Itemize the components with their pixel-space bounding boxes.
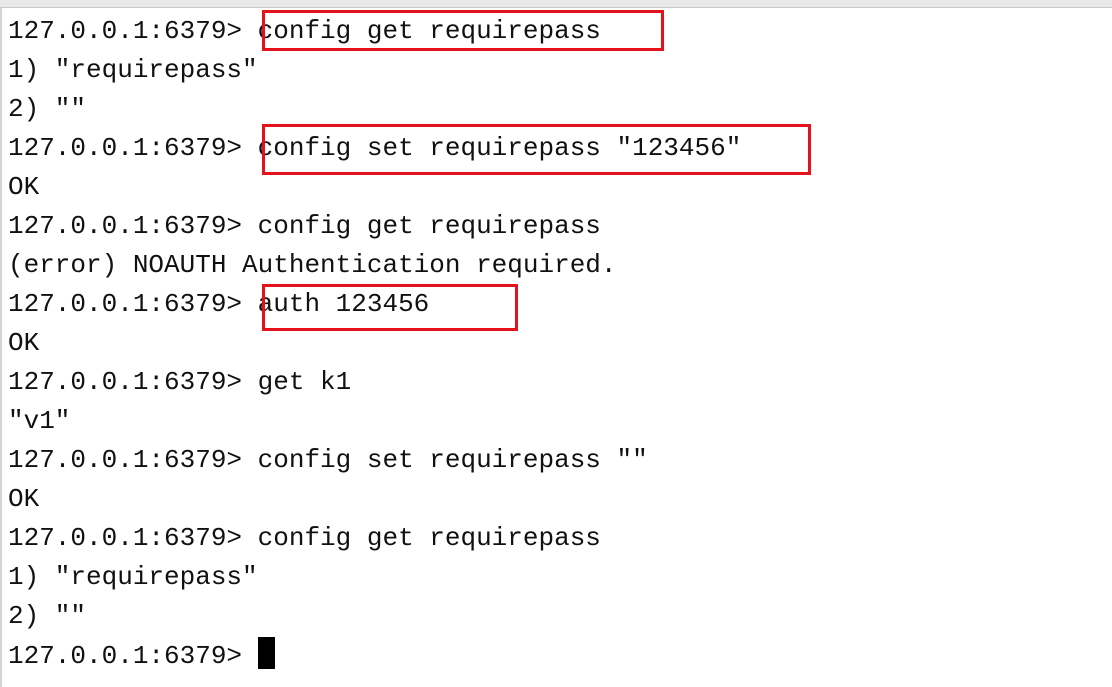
prompt: 127.0.0.1:6379>	[8, 367, 258, 397]
terminal-line: 127.0.0.1:6379> get k1	[8, 364, 351, 400]
error-text: (error) NOAUTH Authentication required.	[8, 250, 617, 280]
prompt: 127.0.0.1:6379>	[8, 16, 258, 46]
command: get k1	[257, 367, 352, 397]
output-text: OK	[8, 172, 40, 202]
prompt: 127.0.0.1:6379>	[8, 641, 258, 671]
output-text: "v1"	[8, 406, 71, 436]
output-text: 1) "requirepass"	[8, 55, 258, 85]
terminal-line: 2) ""	[8, 598, 86, 634]
terminal-line: 127.0.0.1:6379> config get requirepass	[8, 520, 601, 556]
terminal-line: 127.0.0.1:6379> config set requirepass "…	[8, 442, 648, 478]
output-text: 2) ""	[8, 94, 87, 124]
terminal-line: OK	[8, 169, 39, 205]
terminal-line: 1) "requirepass"	[8, 52, 258, 88]
output-text: 2) ""	[8, 601, 87, 631]
output-text: OK	[8, 328, 40, 358]
prompt: 127.0.0.1:6379>	[8, 523, 258, 553]
command: config get requirepass	[257, 211, 601, 241]
prompt: 127.0.0.1:6379>	[8, 211, 258, 241]
highlight-box-config-get	[262, 10, 664, 51]
prompt: 127.0.0.1:6379>	[8, 445, 258, 475]
command: config get requirepass	[257, 523, 601, 553]
command: config set requirepass ""	[257, 445, 648, 475]
terminal-line: 1) "requirepass"	[8, 559, 258, 595]
terminal-line: OK	[8, 325, 39, 361]
terminal-line: 127.0.0.1:6379> config get requirepass	[8, 208, 601, 244]
prompt: 127.0.0.1:6379>	[8, 289, 258, 319]
output-text: 1) "requirepass"	[8, 562, 258, 592]
terminal-line: OK	[8, 481, 39, 517]
output-text: OK	[8, 484, 40, 514]
terminal-input-line[interactable]: 127.0.0.1:6379>	[8, 637, 275, 673]
highlight-box-config-set	[262, 124, 811, 175]
terminal-line: (error) NOAUTH Authentication required.	[8, 247, 617, 283]
terminal-output[interactable]: 127.0.0.1:6379> config get requirepass 1…	[0, 0, 1112, 687]
terminal-line: "v1"	[8, 403, 70, 439]
highlight-box-auth	[262, 284, 518, 331]
terminal-line: 2) ""	[8, 91, 86, 127]
prompt: 127.0.0.1:6379>	[8, 133, 258, 163]
text-cursor	[257, 637, 275, 669]
